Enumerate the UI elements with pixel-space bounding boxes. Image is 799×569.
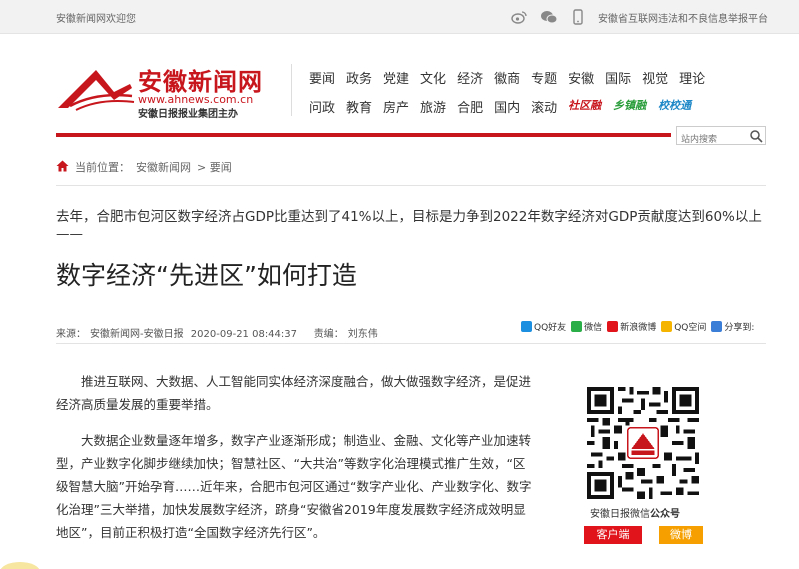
article-title: 数字经济“先进区”如何打造 — [56, 261, 357, 290]
nav-item[interactable]: 教育 — [346, 97, 372, 116]
nav-item[interactable]: 经济 — [457, 68, 483, 87]
weibo-icon[interactable] — [510, 8, 528, 26]
weibo-share-icon — [607, 321, 619, 332]
share-wechat[interactable]: 微信 — [571, 320, 602, 333]
source-label: 来源： — [56, 329, 86, 340]
logo-brand-text: 安徽新闻网 — [138, 67, 263, 96]
share-qzone-label: QQ空间 — [674, 323, 707, 333]
qr-caption-bold: 公众号 — [650, 509, 680, 520]
share-weibo[interactable]: 新浪微博 — [607, 320, 656, 333]
share-more[interactable]: 分享到: — [711, 320, 754, 333]
breadcrumb-item-current[interactable]: > 要闻 — [197, 159, 232, 175]
share-bar: QQ好友 微信 新浪微博 QQ空间 分享到: — [521, 320, 759, 333]
nav-item[interactable]: 要闻 — [309, 68, 335, 87]
breadcrumb-prefix: 当前位置： — [75, 161, 130, 174]
nav-item[interactable]: 政务 — [346, 68, 372, 87]
site-search — [676, 126, 766, 149]
main-nav-row-2: 问政 教育 房产 旅游 合肥 国内 滚动 社区融 乡镇融 校校通 — [309, 97, 703, 116]
qzone-icon — [661, 321, 673, 332]
weibo-button[interactable]: 微博 — [659, 526, 703, 544]
qr-caption-main: 安徽日报微信 — [590, 509, 650, 520]
nav-special-school[interactable]: 校校通 — [658, 97, 691, 116]
nav-item[interactable]: 理论 — [679, 68, 705, 87]
editor-label: 责编： — [313, 329, 344, 340]
nav-item[interactable]: 党建 — [383, 68, 409, 87]
nav-item[interactable]: 专题 — [531, 68, 557, 87]
wechat-icon[interactable] — [540, 8, 558, 26]
nav-item[interactable]: 国内 — [494, 97, 520, 116]
article-meta: 来源： 安徽新闻网-安徽日报 2020-09-21 08:44:37 责编： 刘东伟 — [56, 325, 382, 340]
publish-datetime: 2020-09-21 08:44:37 — [190, 329, 298, 340]
article-body: 推进互联网、大数据、人工智能同实体经济深度融合，做大做强数字经济，是促进经济高质… — [56, 370, 536, 557]
share-qq-friend-label: QQ好友 — [534, 323, 567, 333]
nav-item[interactable]: 问政 — [309, 97, 335, 116]
logo-group-text: 安徽日报报业集团主办 — [138, 109, 238, 120]
source-value: 安徽新闻网-安徽日报 — [90, 329, 184, 340]
wechat-share-icon — [571, 321, 583, 332]
nav-item[interactable]: 国际 — [605, 68, 631, 87]
nav-special-community[interactable]: 社区融 — [568, 97, 601, 116]
breadcrumb: 当前位置： 安徽新闻网 > 要闻 — [56, 159, 238, 175]
welcome-text: 安徽新闻网欢迎您 — [56, 14, 136, 25]
article-paragraph: 大数据企业数量逐年增多，数字产业逐渐形成；制造业、金融、文化等产业加速转型，产业… — [56, 433, 532, 540]
divider — [56, 185, 766, 186]
nav-item[interactable]: 安徽 — [568, 68, 594, 87]
wechat-qr-code — [587, 387, 699, 499]
nav-item[interactable]: 旅游 — [420, 97, 446, 116]
qq-icon — [521, 321, 532, 332]
nav-item[interactable]: 视觉 — [642, 68, 668, 87]
share-weibo-label: 新浪微博 — [620, 323, 657, 333]
report-platform-link[interactable]: 安徽省互联网违法和不良信息举报平台 — [598, 10, 768, 25]
client-app-button[interactable]: 客户端 — [584, 526, 642, 544]
floating-widget-icon[interactable] — [0, 558, 40, 569]
article-paragraph: 推进互联网、大数据、人工智能同实体经济深度融合，做大做强数字经济，是促进经济高质… — [56, 374, 532, 412]
nav-item[interactable]: 房产 — [383, 97, 409, 116]
nav-special-township[interactable]: 乡镇融 — [613, 97, 646, 116]
search-input[interactable] — [677, 131, 747, 149]
share-qq-friend[interactable]: QQ好友 — [521, 320, 566, 333]
main-nav-row-1: 要闻 政务 党建 文化 经济 徽商 专题 安徽 国际 视觉 理论 — [309, 68, 716, 87]
plus-icon — [711, 321, 723, 332]
article-subtitle: 去年，合肥市包河区数字经济占GDP比重达到了41%以上，目标是力争到2022年数… — [56, 209, 762, 242]
nav-item[interactable]: 合肥 — [457, 97, 483, 116]
qr-caption: 安徽日报微信公众号 — [590, 505, 680, 520]
nav-item[interactable]: 文化 — [420, 68, 446, 87]
logo-emblem-icon — [58, 70, 135, 111]
divider — [56, 343, 766, 344]
nav-item[interactable]: 滚动 — [531, 97, 557, 116]
editor-value: 刘东伟 — [347, 329, 378, 340]
site-logo[interactable]: 安徽新闻网 www.ahnews.com.cn 安徽日报报业集团主办 — [56, 62, 276, 120]
home-icon[interactable] — [56, 160, 69, 175]
breadcrumb-item-home[interactable]: 安徽新闻网 — [136, 159, 191, 175]
share-qzone[interactable]: QQ空间 — [661, 320, 706, 333]
mobile-icon[interactable] — [569, 8, 587, 26]
share-more-label: 分享到: — [724, 323, 755, 333]
header-divider — [291, 64, 292, 116]
header-red-rule — [56, 133, 671, 137]
share-wechat-label: 微信 — [584, 323, 603, 333]
search-icon[interactable] — [749, 128, 763, 147]
nav-item[interactable]: 徽商 — [494, 68, 520, 87]
top-bar: 安徽新闻网欢迎您 安徽省互联网违法和不良信息举报平台 — [0, 0, 799, 34]
